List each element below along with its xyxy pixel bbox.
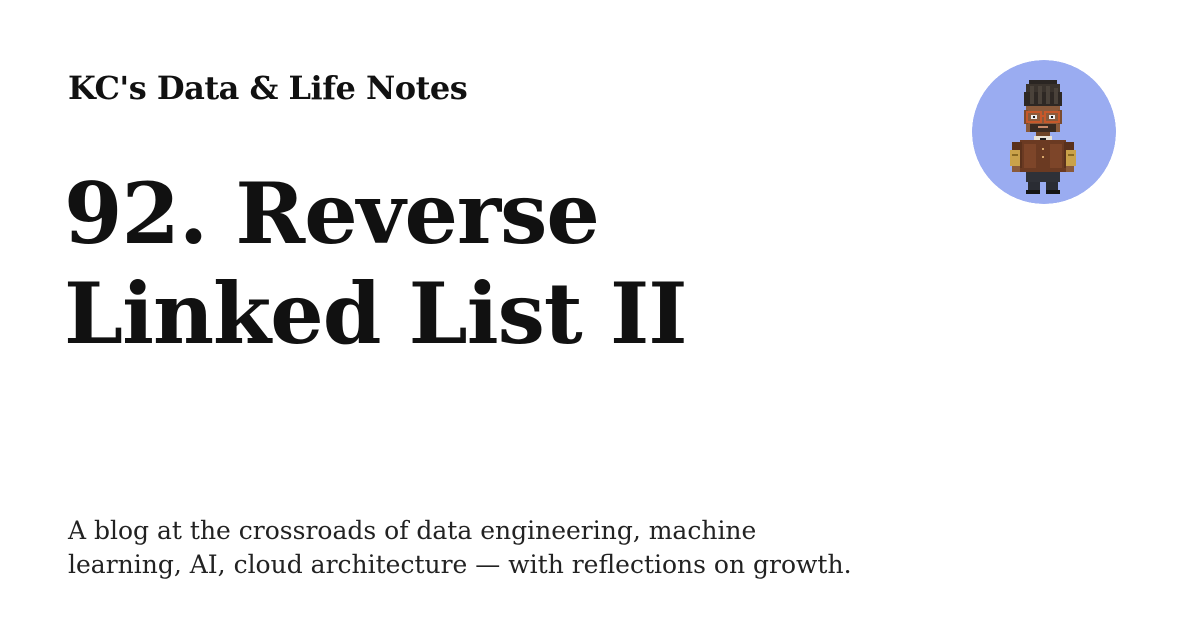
post-title: 92. Reverse Linked List II [64,164,924,364]
blog-tagline: A blog at the crossroads of data enginee… [68,514,948,582]
tagline-line-2: learning, AI, cloud architecture — with … [68,550,852,579]
author-avatar [972,60,1116,204]
post-title-line-2: Linked List II [64,264,688,363]
post-title-line-1: 92. Reverse [64,164,600,263]
site-name: KC's Data & Life Notes [68,69,468,107]
tagline-line-1: A blog at the crossroads of data enginee… [68,516,757,545]
pixel-art-person-avatar-icon [972,60,1116,204]
